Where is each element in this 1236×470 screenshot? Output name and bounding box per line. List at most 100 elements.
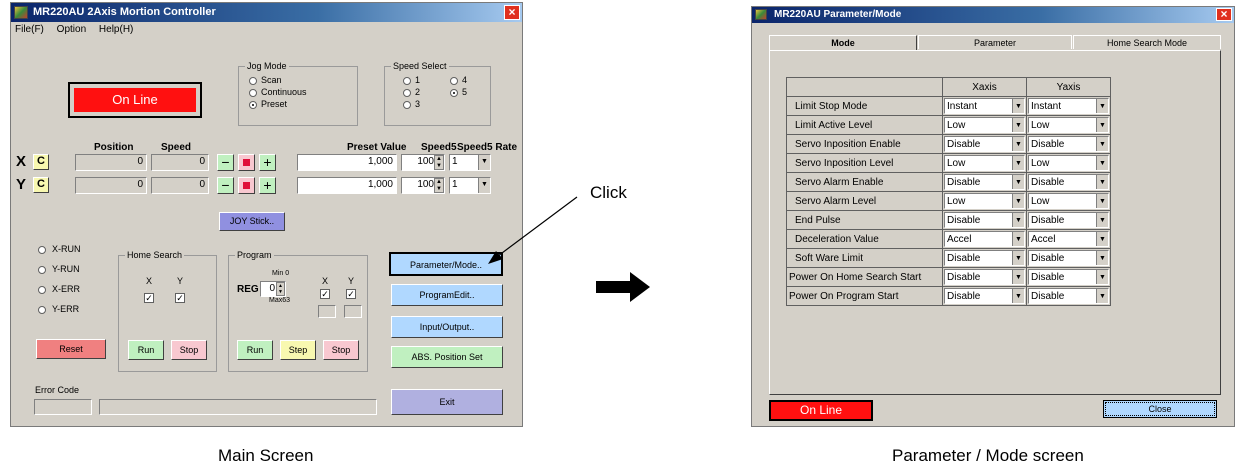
- home-x-checkbox[interactable]: ✓: [144, 293, 154, 303]
- abs-position-set-button[interactable]: ABS. Position Set: [391, 346, 503, 368]
- table-row: Limit Stop Mode Instant ▼ Instant ▼: [786, 96, 1111, 116]
- y-jog-plus-button[interactable]: +: [259, 177, 276, 194]
- y-jog-stop-button[interactable]: [238, 177, 255, 194]
- radio-speed-2[interactable]: [403, 89, 411, 97]
- reset-button[interactable]: Reset: [36, 339, 106, 359]
- select-x[interactable]: Disable ▼: [944, 269, 1025, 285]
- x-clear-button[interactable]: C: [33, 154, 49, 170]
- program-y-checkbox[interactable]: ✓: [346, 289, 356, 299]
- radio-speed-5[interactable]: [450, 89, 458, 97]
- select-y[interactable]: Instant ▼: [1028, 98, 1109, 114]
- tab-parameter[interactable]: Parameter: [918, 35, 1072, 49]
- radio-speed-4[interactable]: [450, 77, 458, 85]
- x-jog-stop-button[interactable]: [238, 154, 255, 171]
- radio-preset-label: Preset: [261, 99, 288, 109]
- program-reg-label: REG: [237, 284, 259, 295]
- chevron-down-icon: ▼: [1012, 156, 1024, 170]
- select-x[interactable]: Low ▼: [944, 155, 1025, 171]
- menu-help[interactable]: Help(H): [99, 24, 133, 35]
- x-jog-minus-button[interactable]: −: [217, 154, 234, 171]
- input-output-button[interactable]: Input/Output..: [391, 316, 503, 338]
- y-rate-value: 1: [452, 179, 458, 190]
- table-row: Limit Active Level Low ▼ Low ▼: [786, 115, 1111, 135]
- select-value: Disable: [947, 215, 981, 226]
- row-label: Servo Inposition Level: [786, 153, 943, 173]
- joystick-button[interactable]: JOY Stick..: [219, 212, 285, 231]
- close-icon[interactable]: ×: [1216, 8, 1232, 21]
- home-stop-button[interactable]: Stop: [171, 340, 207, 360]
- select-value: Accel: [1031, 234, 1056, 245]
- param-close-button[interactable]: Close: [1103, 400, 1217, 418]
- y-preset-input[interactable]: 1,000: [297, 177, 397, 194]
- select-y[interactable]: Disable ▼: [1028, 269, 1109, 285]
- select-y[interactable]: Accel ▼: [1028, 231, 1109, 247]
- select-y[interactable]: Disable ▼: [1028, 250, 1109, 266]
- y-jog-minus-button[interactable]: −: [217, 177, 234, 194]
- x-speed5-spinner[interactable]: ▲ ▼: [434, 155, 444, 170]
- program-step-button[interactable]: Step: [280, 340, 316, 360]
- tab-home-search-mode[interactable]: Home Search Mode: [1073, 35, 1221, 49]
- program-reg-spinner[interactable]: ▲ ▼: [276, 282, 285, 296]
- table-row: Power On Program Start Disable ▼ Disable ▼: [786, 286, 1111, 306]
- y-speed5-spinner[interactable]: ▲ ▼: [434, 178, 444, 193]
- param-window: MR220AU Parameter/Mode × Mode Parameter …: [751, 6, 1235, 427]
- radio-speed-3[interactable]: [403, 101, 411, 109]
- program-edit-button[interactable]: ProgramEdit..: [391, 284, 503, 306]
- select-y[interactable]: Low ▼: [1028, 155, 1109, 171]
- param-titlebar[interactable]: MR220AU Parameter/Mode ×: [752, 7, 1234, 23]
- x-jog-plus-button[interactable]: +: [259, 154, 276, 171]
- chevron-down-icon: ▼: [1096, 232, 1108, 246]
- home-run-button[interactable]: Run: [128, 340, 164, 360]
- chevron-down-icon: ▼: [1096, 175, 1108, 189]
- select-value: Disable: [1031, 291, 1065, 302]
- program-title: Program: [235, 250, 274, 260]
- jog-mode-title: Jog Mode: [245, 61, 289, 71]
- select-x[interactable]: Disable ▼: [944, 136, 1025, 152]
- program-run-button[interactable]: Run: [237, 340, 273, 360]
- select-y[interactable]: Disable ▼: [1028, 174, 1109, 190]
- menu-file[interactable]: File(F): [15, 24, 44, 35]
- select-x[interactable]: Disable ▼: [944, 174, 1025, 190]
- radio-speed-1[interactable]: [403, 77, 411, 85]
- x-err-indicator: [38, 286, 46, 294]
- select-x[interactable]: Disable ▼: [944, 212, 1025, 228]
- home-y-checkbox[interactable]: ✓: [175, 293, 185, 303]
- select-y[interactable]: Disable ▼: [1028, 212, 1109, 228]
- main-titlebar[interactable]: MR220AU 2Axis Mortion Controller ×: [11, 3, 522, 22]
- program-x-checkbox[interactable]: ✓: [320, 289, 330, 299]
- x-preset-input[interactable]: 1,000: [297, 154, 397, 171]
- select-y[interactable]: Low ▼: [1028, 117, 1109, 133]
- chevron-down-icon: ▼: [1096, 99, 1108, 113]
- select-x[interactable]: Instant ▼: [944, 98, 1025, 114]
- y-clear-button[interactable]: C: [33, 177, 49, 193]
- select-value: Disable: [1031, 177, 1065, 188]
- error-code-label: Error Code: [35, 385, 80, 395]
- select-value: Low: [947, 120, 966, 131]
- radio-continuous-label: Continuous: [261, 87, 307, 97]
- select-x[interactable]: Low ▼: [944, 193, 1025, 209]
- table-row: Servo Alarm Enable Disable ▼ Disable ▼: [786, 172, 1111, 192]
- radio-preset[interactable]: [249, 101, 257, 109]
- select-x[interactable]: Accel ▼: [944, 231, 1025, 247]
- close-icon[interactable]: ×: [504, 5, 520, 20]
- row-label: Servo Alarm Level: [786, 191, 943, 211]
- radio-scan[interactable]: [249, 77, 257, 85]
- select-x[interactable]: Disable ▼: [944, 288, 1025, 304]
- select-x[interactable]: Disable ▼: [944, 250, 1025, 266]
- select-y[interactable]: Disable ▼: [1028, 136, 1109, 152]
- tab-mode[interactable]: Mode: [769, 35, 917, 51]
- exit-button[interactable]: Exit: [391, 389, 503, 415]
- select-y[interactable]: Disable ▼: [1028, 288, 1109, 304]
- header-position: Position: [94, 142, 134, 153]
- radio-continuous[interactable]: [249, 89, 257, 97]
- radio-speed-4-label: 4: [462, 75, 468, 85]
- row-label: Servo Inposition Enable: [786, 134, 943, 154]
- select-x[interactable]: Low ▼: [944, 117, 1025, 133]
- home-x-label: X: [146, 276, 153, 286]
- x-rate-select[interactable]: 1 ▼: [449, 154, 491, 171]
- select-value: Instant: [1031, 101, 1062, 112]
- select-y[interactable]: Low ▼: [1028, 193, 1109, 209]
- program-stop-button[interactable]: Stop: [323, 340, 359, 360]
- menu-option[interactable]: Option: [57, 24, 86, 35]
- program-y-label: Y: [348, 276, 355, 286]
